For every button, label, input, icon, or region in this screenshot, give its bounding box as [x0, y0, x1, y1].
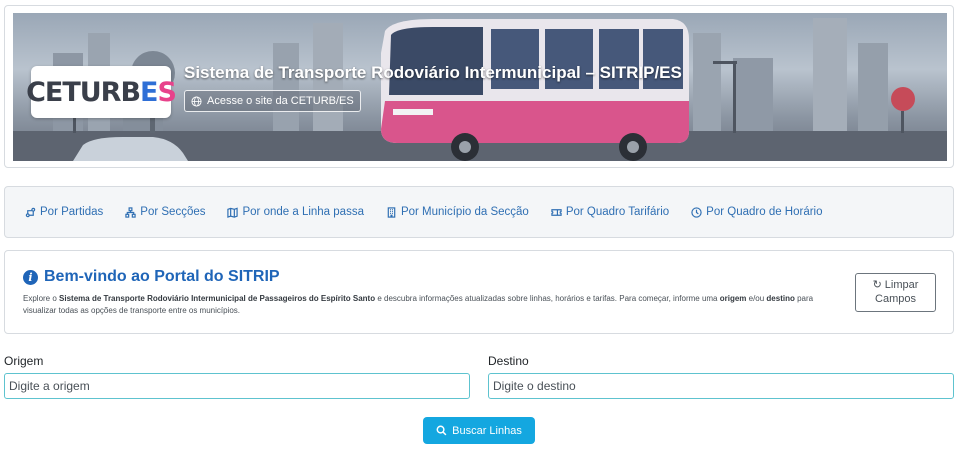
logo-text-s: S: [157, 76, 177, 108]
refresh-icon: ↻: [872, 279, 882, 291]
welcome-text-bold: destino: [766, 294, 795, 303]
search-mode-nav: Por Partidas Por Secções Por onde a Linh…: [4, 186, 954, 238]
clear-fields-button[interactable]: ↻ Limpar Campos: [855, 273, 936, 312]
header-banner-card: CETURBES Sistema de Transporte Rodoviári…: [4, 5, 954, 168]
logo-text-e: E: [140, 76, 158, 108]
clock-icon: [691, 206, 702, 218]
destination-label: Destino: [488, 354, 529, 368]
origin-label: Origem: [4, 354, 44, 368]
welcome-description: Explore o Sistema de Transporte Rodoviár…: [23, 293, 838, 317]
nav-item-label: Por onde a Linha passa: [242, 206, 364, 218]
globe-icon: [191, 95, 202, 107]
building-icon: [387, 206, 396, 218]
welcome-text-part: Explore o: [23, 294, 60, 303]
welcome-text-bold: Sistema de Transporte Rodoviário Intermu…: [59, 294, 376, 303]
clear-fields-label-2: Campos: [875, 293, 916, 305]
welcome-text-part: e descubra informações atualizadas sobre…: [375, 294, 720, 303]
nav-item-partidas[interactable]: Por Partidas: [25, 206, 103, 218]
search-icon: [436, 425, 447, 436]
map-icon: [227, 207, 239, 218]
info-icon: i: [23, 269, 38, 285]
logo-text-ceturb: CETURB: [26, 76, 141, 108]
nav-item-onde-passa[interactable]: Por onde a Linha passa: [227, 206, 364, 218]
clear-fields-label-1: Limpar: [884, 279, 919, 291]
welcome-title: Bem-vindo ao Portal do SITRIP: [44, 268, 280, 285]
nav-item-label: Por Quadro de Horário: [706, 206, 823, 218]
ticket-icon: [551, 208, 562, 216]
nav-item-seccoes[interactable]: Por Secções: [125, 206, 205, 218]
search-lines-button[interactable]: Buscar Linhas: [423, 417, 535, 444]
welcome-text-bold: origem: [719, 294, 747, 303]
route-icon: [25, 207, 36, 217]
nav-item-label: Por Quadro Tarifário: [565, 206, 670, 218]
nav-item-label: Por Partidas: [40, 206, 104, 218]
ceturb-site-link-label: Acesse o site da CETURB/ES: [207, 95, 354, 107]
welcome-heading: i Bem-vindo ao Portal do SITRIP: [23, 268, 280, 286]
page-title: Sistema de Transporte Rodoviário Intermu…: [184, 63, 682, 82]
nav-item-label: Por Secções: [140, 206, 206, 218]
origin-input[interactable]: [4, 373, 470, 399]
header-banner-image: CETURBES Sistema de Transporte Rodoviári…: [13, 13, 947, 161]
nav-item-municipio[interactable]: Por Município da Secção: [386, 206, 529, 218]
welcome-text-part: e/ou: [746, 294, 767, 303]
destination-input[interactable]: [488, 373, 954, 399]
welcome-card: i Bem-vindo ao Portal do SITRIP Explore …: [4, 250, 954, 334]
nav-item-quadro-tarifario[interactable]: Por Quadro Tarifário: [551, 206, 669, 218]
sitemap-icon: [125, 206, 136, 218]
nav-item-label: Por Município da Secção: [400, 206, 529, 218]
search-lines-label: Buscar Linhas: [452, 424, 522, 437]
nav-item-quadro-horario[interactable]: Por Quadro de Horário: [691, 206, 823, 218]
ceturb-logo: CETURBES: [26, 66, 177, 118]
ceturb-site-link[interactable]: Acesse o site da CETURB/ES: [184, 90, 361, 112]
